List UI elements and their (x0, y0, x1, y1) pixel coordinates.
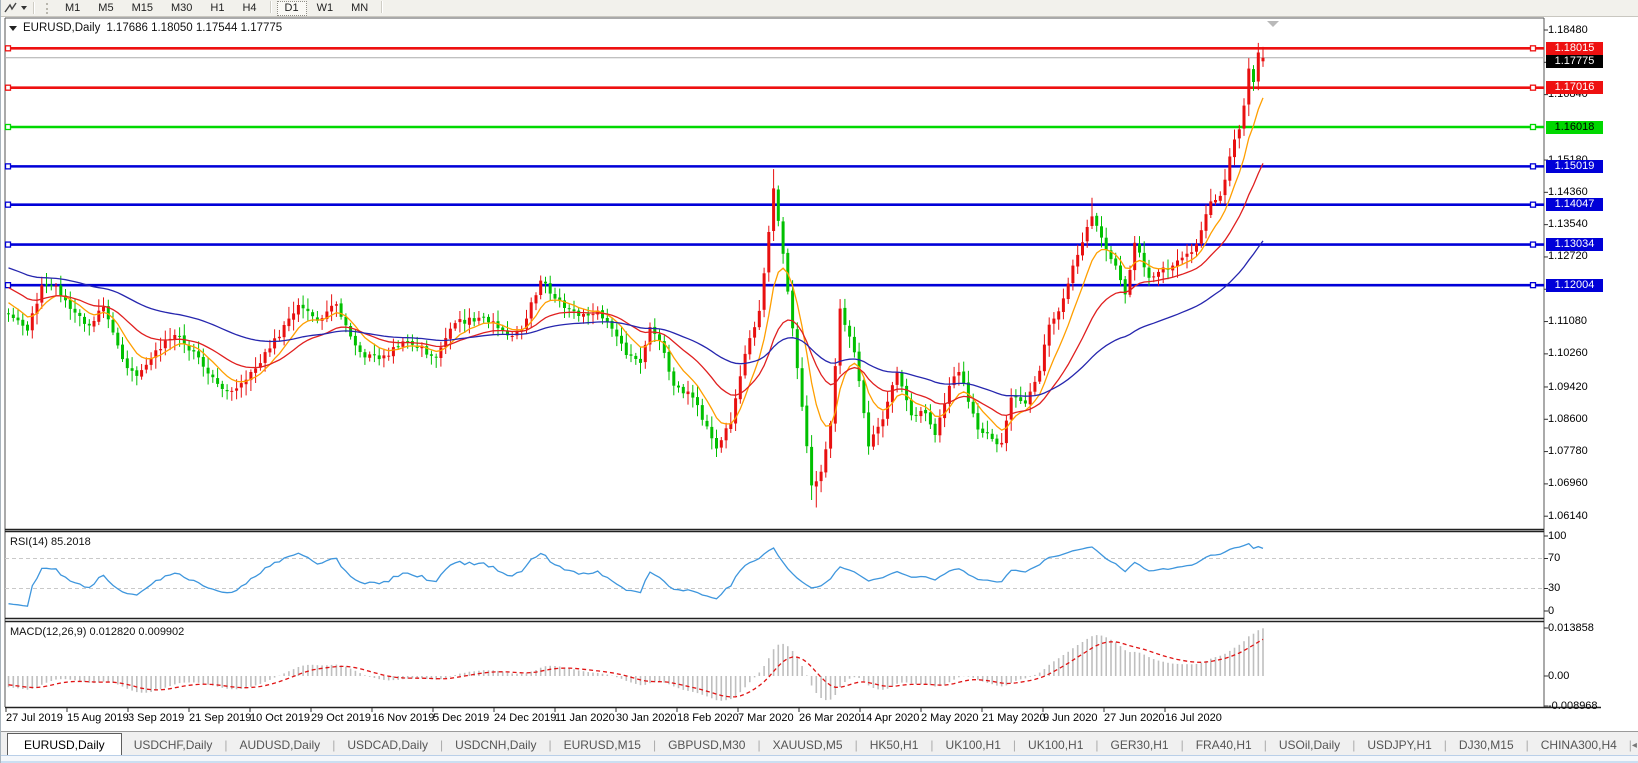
chart-window: M1M5M15M30H1H4D1W1MN EURUSD,Daily 1.1768… (0, 0, 1638, 763)
chart-tab-uk100[interactable]: UK100,H1 (1016, 734, 1095, 756)
candlestick-series (7, 43, 1265, 508)
chart-tab-usdcnh[interactable]: USDCNH,Daily (443, 734, 548, 756)
tab-scroll-left-icon[interactable]: ◂ (1632, 740, 1637, 751)
chart-tab-eurusd[interactable]: EURUSD,Daily (7, 733, 122, 756)
window-bottom-edge (1, 755, 1638, 763)
horizontal-level-lines (5, 46, 1544, 288)
chart-tab-xauusd[interactable]: XAUUSD,M5 (761, 734, 855, 756)
chart-tab-usdcad[interactable]: USDCAD,Daily (335, 734, 440, 756)
chart-tab-fra40[interactable]: FRA40,H1 (1184, 734, 1264, 756)
macd-histogram (9, 628, 1264, 701)
chart-tab-hk50[interactable]: HK50,H1 (858, 734, 931, 756)
price-chart-canvas[interactable] (1, 0, 1638, 763)
chart-tab-uk100[interactable]: UK100,H1 (934, 734, 1013, 756)
chart-tab-china300[interactable]: CHINA300,H4 (1529, 734, 1629, 756)
chart-tab-audusd[interactable]: AUDUSD,Daily (228, 734, 333, 756)
tab-scroll-arrows: ◂▸ (1632, 740, 1638, 756)
chart-tab-ger30[interactable]: GER30,H1 (1099, 734, 1181, 756)
chart-tab-usdjpy[interactable]: USDJPY,H1 (1355, 734, 1443, 756)
chart-tab-dj30[interactable]: DJ30,M15 (1447, 734, 1526, 756)
chart-tab-usoil[interactable]: USOil,Daily (1267, 734, 1352, 756)
chart-tab-usdchf[interactable]: USDCHF,Daily (122, 734, 225, 756)
chart-shift-marker-icon (1267, 21, 1279, 27)
chart-tab-eurusd[interactable]: EURUSD,M15 (552, 734, 653, 756)
chart-tab-gbpusd[interactable]: GBPUSD,M30 (656, 734, 757, 756)
chart-tab-bar: EURUSD,DailyUSDCHF,Daily|AUDUSD,Daily|US… (1, 731, 1638, 756)
